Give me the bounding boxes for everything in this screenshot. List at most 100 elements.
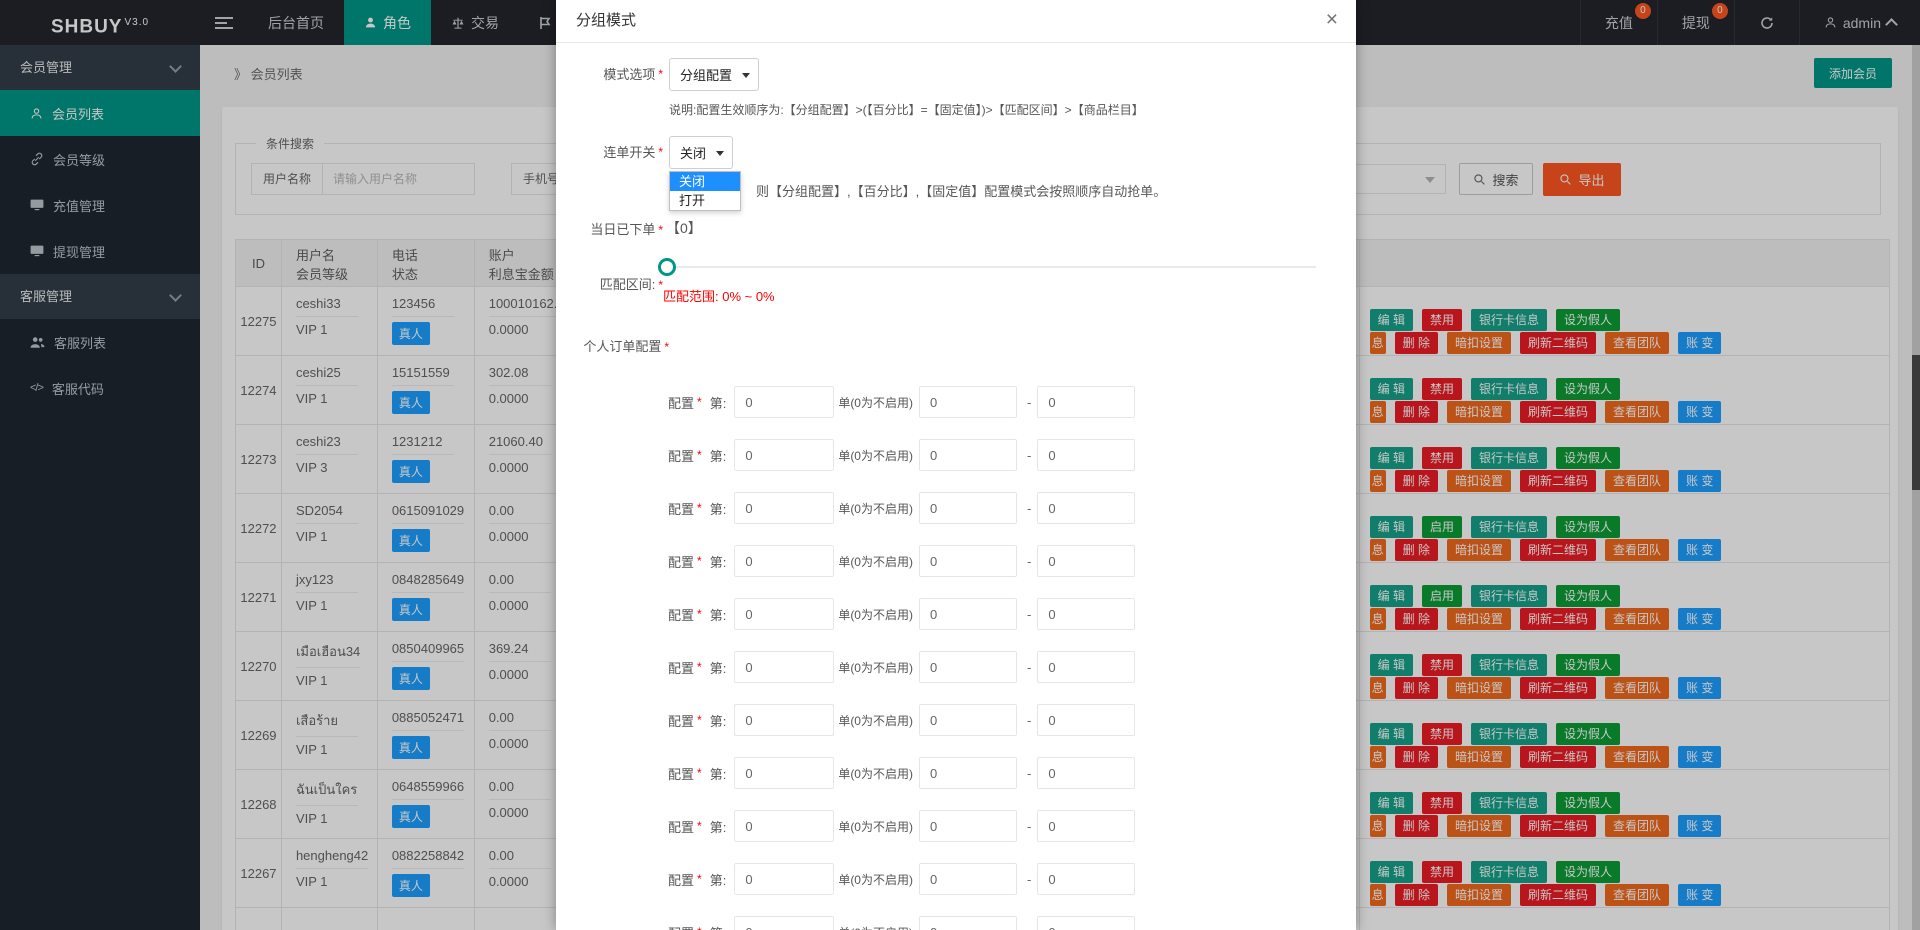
config-range-dash: -	[1027, 819, 1031, 834]
mode-select[interactable]: 分组配置	[669, 58, 759, 91]
config-max-input[interactable]	[1037, 651, 1135, 683]
config-max-input[interactable]	[1037, 439, 1135, 471]
config-order-input[interactable]	[734, 439, 834, 471]
required-mark: *	[697, 395, 702, 409]
required-mark: *	[658, 223, 663, 237]
config-max-input[interactable]	[1037, 704, 1135, 736]
chain-note: 则【分组配置】,【百分比】,【固定值】配置模式会按照顺序自动抢单。	[756, 181, 1166, 200]
config-min-input[interactable]	[919, 492, 1017, 524]
required-mark: *	[697, 607, 702, 621]
config-label: 配置	[668, 923, 694, 930]
config-unit-label: 单(0为不启用)	[838, 606, 913, 623]
config-range-dash: -	[1027, 607, 1031, 622]
config-min-input[interactable]	[919, 651, 1017, 683]
range-slider-track[interactable]	[666, 266, 1316, 268]
config-order-input[interactable]	[734, 545, 834, 577]
config-range-dash: -	[1027, 501, 1031, 516]
config-unit-label: 单(0为不启用)	[838, 924, 913, 930]
config-min-input[interactable]	[919, 704, 1017, 736]
personal-config-label: 个人订单配置*	[556, 338, 669, 356]
config-max-input[interactable]	[1037, 863, 1135, 895]
config-order-input[interactable]	[734, 492, 834, 524]
config-unit-label: 单(0为不启用)	[838, 447, 913, 464]
config-min-input[interactable]	[919, 439, 1017, 471]
config-order-input[interactable]	[734, 810, 834, 842]
config-order-input[interactable]	[734, 386, 834, 418]
required-mark: *	[664, 340, 669, 354]
config-min-input[interactable]	[919, 810, 1017, 842]
config-min-input[interactable]	[919, 863, 1017, 895]
config-order-input[interactable]	[734, 704, 834, 736]
config-unit-label: 单(0为不启用)	[838, 765, 913, 782]
config-label: 配置	[668, 658, 694, 677]
required-mark: *	[697, 448, 702, 462]
config-prefix-label: 第:	[710, 711, 727, 730]
config-order-input[interactable]	[734, 916, 834, 930]
config-prefix-label: 第:	[710, 817, 727, 836]
config-order-input[interactable]	[734, 651, 834, 683]
config-unit-label: 单(0为不启用)	[838, 659, 913, 676]
config-label: 配置	[668, 870, 694, 889]
config-row: 配置* 第: 单(0为不启用) -	[668, 862, 1135, 896]
config-prefix-label: 第:	[710, 605, 727, 624]
config-unit-label: 单(0为不启用)	[838, 553, 913, 570]
chevron-down-icon	[716, 151, 724, 160]
required-mark: *	[658, 145, 663, 159]
config-range-dash: -	[1027, 713, 1031, 728]
config-row: 配置* 第: 单(0为不启用) -	[668, 650, 1135, 684]
config-max-input[interactable]	[1037, 757, 1135, 789]
config-prefix-label: 第:	[710, 552, 727, 571]
config-unit-label: 单(0为不启用)	[838, 394, 913, 411]
config-prefix-label: 第:	[710, 658, 727, 677]
config-order-input[interactable]	[734, 757, 834, 789]
chain-switch-dropdown: 关闭 打开	[669, 171, 741, 211]
dropdown-option-close[interactable]: 关闭	[670, 172, 740, 191]
config-label: 配置	[668, 446, 694, 465]
modal-title: 分组模式	[576, 0, 636, 42]
required-mark: *	[697, 819, 702, 833]
config-max-input[interactable]	[1037, 598, 1135, 630]
required-mark: *	[697, 925, 702, 930]
config-label: 配置	[668, 764, 694, 783]
config-max-input[interactable]	[1037, 492, 1135, 524]
config-range-dash: -	[1027, 766, 1031, 781]
config-label: 配置	[668, 605, 694, 624]
config-max-input[interactable]	[1037, 810, 1135, 842]
close-icon[interactable]: ×	[1326, 7, 1338, 33]
config-min-input[interactable]	[919, 916, 1017, 930]
config-unit-label: 单(0为不启用)	[838, 818, 913, 835]
config-order-input[interactable]	[734, 598, 834, 630]
config-prefix-label: 第:	[710, 393, 727, 412]
config-row: 配置* 第: 单(0为不启用) -	[668, 544, 1135, 578]
config-max-input[interactable]	[1037, 386, 1135, 418]
config-min-input[interactable]	[919, 757, 1017, 789]
config-prefix-label: 第:	[710, 446, 727, 465]
mode-option-label: 模式选项*	[556, 58, 663, 91]
config-row: 配置* 第: 单(0为不启用) -	[668, 703, 1135, 737]
config-max-input[interactable]	[1037, 545, 1135, 577]
config-range-dash: -	[1027, 925, 1031, 930]
config-order-input[interactable]	[734, 863, 834, 895]
chain-switch-select[interactable]: 关闭	[669, 136, 733, 169]
mode-note: 说明:配置生效顺序为:【分组配置】>(【百分比】=【固定值】)>【匹配区间】>【…	[669, 101, 1144, 118]
config-min-input[interactable]	[919, 545, 1017, 577]
required-mark: *	[658, 67, 663, 81]
config-unit-label: 单(0为不启用)	[838, 871, 913, 888]
config-range-dash: -	[1027, 872, 1031, 887]
config-max-input[interactable]	[1037, 916, 1135, 930]
dropdown-option-open[interactable]: 打开	[670, 191, 740, 210]
config-unit-label: 单(0为不启用)	[838, 500, 913, 517]
required-mark: *	[697, 766, 702, 780]
required-mark: *	[697, 713, 702, 727]
config-unit-label: 单(0为不启用)	[838, 712, 913, 729]
config-min-input[interactable]	[919, 598, 1017, 630]
required-mark: *	[697, 501, 702, 515]
today-orders-label: 当日已下单*	[556, 221, 663, 239]
config-row: 配置* 第: 单(0为不启用) -	[668, 491, 1135, 525]
range-slider-handle[interactable]	[658, 258, 676, 276]
config-label: 配置	[668, 552, 694, 571]
config-range-dash: -	[1027, 448, 1031, 463]
config-prefix-label: 第:	[710, 870, 727, 889]
config-min-input[interactable]	[919, 386, 1017, 418]
config-row: 配置* 第: 单(0为不启用) -	[668, 756, 1135, 790]
